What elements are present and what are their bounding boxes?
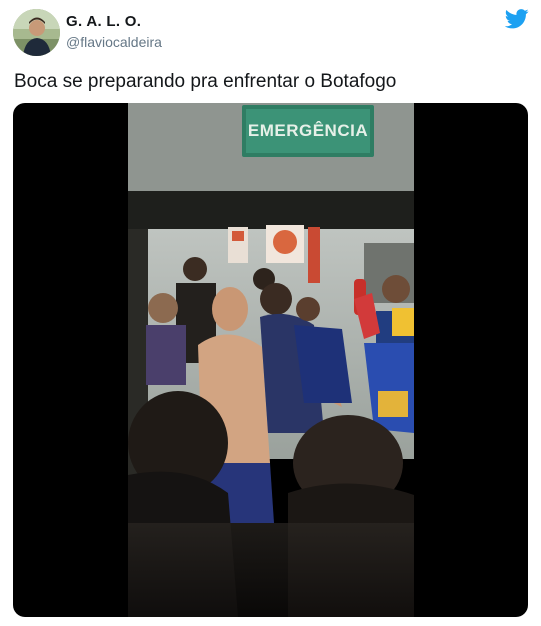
avatar-image — [13, 9, 60, 56]
tweet-card[interactable]: G. A. L. O. @flaviocaldeira Boca se prep… — [0, 0, 541, 626]
twitter-bird-icon[interactable] — [505, 9, 529, 29]
display-name[interactable]: G. A. L. O. — [66, 13, 141, 30]
emergency-sign-text: EMERGÊNCIA — [248, 121, 368, 140]
video-player[interactable]: EMERGÊNCIA — [13, 103, 528, 617]
avatar[interactable] — [13, 9, 60, 56]
video-frame: EMERGÊNCIA — [128, 103, 414, 617]
user-handle[interactable]: @flaviocaldeira — [66, 34, 162, 50]
tweet-text: Boca se preparando pra enfrentar o Botaf… — [14, 71, 397, 92]
